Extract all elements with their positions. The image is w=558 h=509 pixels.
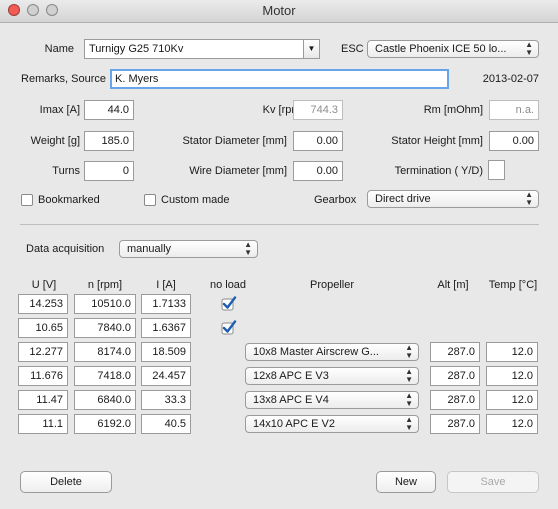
propeller-popup[interactable]: 12x8 APC E V3 ▲ ▼ [245,367,419,385]
save-button[interactable]: Save [447,471,539,493]
propeller-popup[interactable]: 10x8 Master Airscrew G... ▲ ▼ [245,343,419,361]
propeller-value: 10x8 Master Airscrew G... [253,346,379,358]
name-label: Name [44,43,74,55]
up-down-arrows-icon: ▲ ▼ [405,391,413,408]
window-title: Motor [262,3,296,18]
data-acquisition-label: Data acquisition [26,243,105,255]
esc-popup[interactable]: Castle Phoenix ICE 50 lo... ▲ ▼ [367,40,539,58]
cell-alt[interactable]: 287.0 [430,342,480,362]
cell-n[interactable]: 7418.0 [74,366,136,386]
stator-height-field[interactable]: 0.00 [489,131,539,151]
cell-n[interactable]: 6192.0 [74,414,136,434]
cell-u[interactable]: 12.277 [18,342,68,362]
bookmarked-checkbox[interactable] [21,194,33,206]
propeller-popup[interactable]: 14x10 APC E V2 ▲ ▼ [245,415,419,433]
chevron-down-icon: ▼ [307,44,316,53]
gearbox-popup-value: Direct drive [375,193,431,205]
cell-temp[interactable]: 12.0 [486,414,538,434]
stator-diameter-label: Stator Diameter [mm] [182,135,287,147]
propeller-value: 14x10 APC E V2 [253,418,335,430]
header-alt: Alt [m] [437,279,469,291]
esc-label: ESC [341,43,364,55]
delete-button[interactable]: Delete [20,471,112,493]
cell-n[interactable]: 8174.0 [74,342,136,362]
header-i: I [A] [156,279,176,291]
custom-made-checkbox[interactable] [144,194,156,206]
cell-temp[interactable]: 12.0 [486,366,538,386]
no-load-checkbox[interactable] [221,296,237,315]
cell-temp[interactable]: 12.0 [486,390,538,410]
remarks-label: Remarks, Source [21,73,106,85]
cell-i[interactable]: 24.457 [141,366,191,386]
rm-label: Rm [mOhm] [423,104,483,116]
data-acquisition-value: manually [127,243,172,255]
propeller-popup[interactable]: 13x8 APC E V4 ▲ ▼ [245,391,419,409]
cell-u[interactable]: 11.676 [18,366,68,386]
termination-field[interactable] [488,160,505,180]
cell-u[interactable]: 10.65 [18,318,68,338]
stator-height-label: Stator Height [mm] [391,135,483,147]
up-down-arrows-icon: ▲ ▼ [405,367,413,384]
data-acquisition-popup[interactable]: manually ▲ ▼ [119,240,258,258]
termination-label: Termination ( Y/D) [394,165,483,177]
kv-field: 744.3 [293,100,343,120]
checkmark-icon [221,296,237,311]
cell-u[interactable]: 11.47 [18,390,68,410]
propeller-value: 12x8 APC E V3 [253,370,329,382]
up-down-arrows-icon: ▲ ▼ [244,240,252,257]
up-down-arrows-icon: ▲ ▼ [525,190,533,207]
imax-label: Imax [A] [39,104,80,116]
header-n: n [rpm] [87,279,123,291]
cell-i[interactable]: 40.5 [141,414,191,434]
header-propeller: Propeller [309,279,355,291]
cell-n[interactable]: 10510.0 [74,294,136,314]
name-combo-button[interactable]: ▼ [304,39,320,59]
esc-popup-value: Castle Phoenix ICE 50 lo... [375,43,507,55]
date-text: 2013-02-07 [482,73,539,85]
cell-n[interactable]: 7840.0 [74,318,136,338]
wire-diameter-field[interactable]: 0.00 [293,161,343,181]
cell-n[interactable]: 6840.0 [74,390,136,410]
cell-u[interactable]: 14.253 [18,294,68,314]
rm-field[interactable]: n.a. [489,100,539,120]
cell-i[interactable]: 1.6367 [141,318,191,338]
gearbox-popup[interactable]: Direct drive ▲ ▼ [367,190,539,208]
cell-i[interactable]: 33.3 [141,390,191,410]
wire-diameter-label: Wire Diameter [mm] [189,165,287,177]
cell-alt[interactable]: 287.0 [430,414,480,434]
new-button[interactable]: New [376,471,436,493]
up-down-arrows-icon: ▲ ▼ [525,40,533,57]
turns-field[interactable]: 0 [84,161,134,181]
header-temp: Temp [°C] [488,279,538,291]
custom-made-label: Custom made [161,194,230,206]
stator-diameter-field[interactable]: 0.00 [293,131,343,151]
imax-field[interactable]: 44.0 [84,100,134,120]
up-down-arrows-icon: ▲ ▼ [405,415,413,432]
cell-i[interactable]: 1.7133 [141,294,191,314]
cell-alt[interactable]: 287.0 [430,366,480,386]
cell-i[interactable]: 18.509 [141,342,191,362]
remarks-field[interactable]: K. Myers [110,69,449,89]
name-combo-input[interactable]: Turnigy G25 710Kv [84,39,304,59]
cell-alt[interactable]: 287.0 [430,390,480,410]
bookmarked-label: Bookmarked [38,194,100,206]
gearbox-label: Gearbox [314,194,357,206]
header-u: U [V] [31,279,57,291]
cell-temp[interactable]: 12.0 [486,342,538,362]
checkmark-icon [221,320,237,335]
separator [20,224,539,225]
up-down-arrows-icon: ▲ ▼ [405,343,413,360]
turns-label: Turns [52,165,80,177]
propeller-value: 13x8 APC E V4 [253,394,329,406]
no-load-checkbox[interactable] [221,320,237,339]
weight-label: Weight [g] [30,135,80,147]
cell-u[interactable]: 11.1 [18,414,68,434]
weight-field[interactable]: 185.0 [84,131,134,151]
